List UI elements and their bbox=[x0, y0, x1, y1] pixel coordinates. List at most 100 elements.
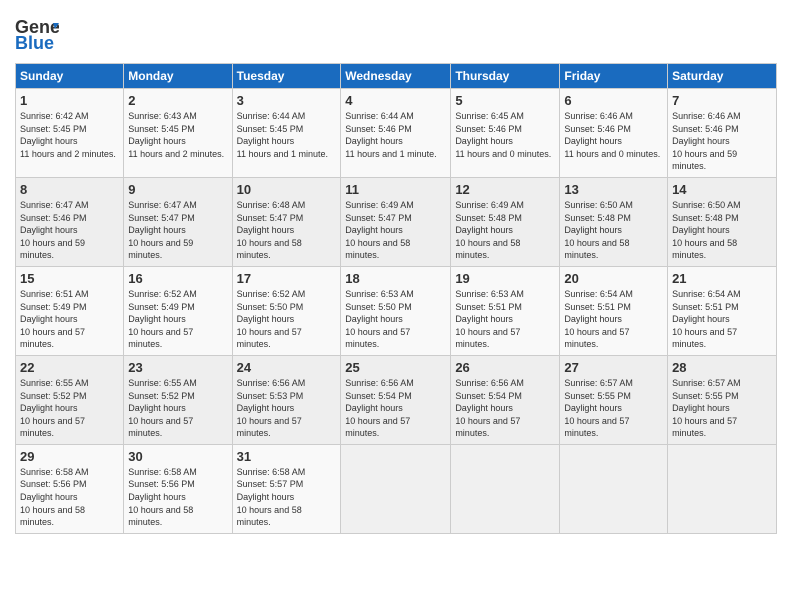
day-detail: Sunrise: 6:56 AM Sunset: 5:54 PM Dayligh… bbox=[345, 377, 446, 440]
calendar-cell: 19 Sunrise: 6:53 AM Sunset: 5:51 PM Dayl… bbox=[451, 266, 560, 355]
calendar-cell: 25 Sunrise: 6:56 AM Sunset: 5:54 PM Dayl… bbox=[341, 355, 451, 444]
day-detail: Sunrise: 6:54 AM Sunset: 5:51 PM Dayligh… bbox=[672, 288, 772, 351]
svg-text:Blue: Blue bbox=[15, 33, 54, 53]
calendar-cell: 14 Sunrise: 6:50 AM Sunset: 5:48 PM Dayl… bbox=[668, 177, 777, 266]
header-day-friday: Friday bbox=[560, 64, 668, 89]
day-number: 31 bbox=[237, 449, 337, 464]
day-number: 12 bbox=[455, 182, 555, 197]
calendar-cell: 15 Sunrise: 6:51 AM Sunset: 5:49 PM Dayl… bbox=[16, 266, 124, 355]
day-detail: Sunrise: 6:58 AM Sunset: 5:57 PM Dayligh… bbox=[237, 466, 337, 529]
day-detail: Sunrise: 6:57 AM Sunset: 5:55 PM Dayligh… bbox=[672, 377, 772, 440]
day-detail: Sunrise: 6:46 AM Sunset: 5:46 PM Dayligh… bbox=[564, 110, 663, 160]
day-number: 21 bbox=[672, 271, 772, 286]
day-detail: Sunrise: 6:55 AM Sunset: 5:52 PM Dayligh… bbox=[20, 377, 119, 440]
day-number: 29 bbox=[20, 449, 119, 464]
day-detail: Sunrise: 6:42 AM Sunset: 5:45 PM Dayligh… bbox=[20, 110, 119, 160]
day-number: 19 bbox=[455, 271, 555, 286]
day-detail: Sunrise: 6:43 AM Sunset: 5:45 PM Dayligh… bbox=[128, 110, 227, 160]
header-day-sunday: Sunday bbox=[16, 64, 124, 89]
calendar-table: SundayMondayTuesdayWednesdayThursdayFrid… bbox=[15, 63, 777, 534]
day-number: 11 bbox=[345, 182, 446, 197]
day-detail: Sunrise: 6:58 AM Sunset: 5:56 PM Dayligh… bbox=[128, 466, 227, 529]
calendar-cell: 7 Sunrise: 6:46 AM Sunset: 5:46 PM Dayli… bbox=[668, 89, 777, 178]
day-detail: Sunrise: 6:49 AM Sunset: 5:48 PM Dayligh… bbox=[455, 199, 555, 262]
header-day-tuesday: Tuesday bbox=[232, 64, 341, 89]
calendar-cell bbox=[560, 444, 668, 533]
day-detail: Sunrise: 6:45 AM Sunset: 5:46 PM Dayligh… bbox=[455, 110, 555, 160]
calendar-cell: 10 Sunrise: 6:48 AM Sunset: 5:47 PM Dayl… bbox=[232, 177, 341, 266]
day-detail: Sunrise: 6:55 AM Sunset: 5:52 PM Dayligh… bbox=[128, 377, 227, 440]
calendar-cell bbox=[341, 444, 451, 533]
day-number: 15 bbox=[20, 271, 119, 286]
day-number: 2 bbox=[128, 93, 227, 108]
day-number: 17 bbox=[237, 271, 337, 286]
calendar-cell: 12 Sunrise: 6:49 AM Sunset: 5:48 PM Dayl… bbox=[451, 177, 560, 266]
page-header: General Blue bbox=[15, 15, 777, 53]
day-number: 6 bbox=[564, 93, 663, 108]
calendar-cell: 3 Sunrise: 6:44 AM Sunset: 5:45 PM Dayli… bbox=[232, 89, 341, 178]
calendar-cell: 16 Sunrise: 6:52 AM Sunset: 5:49 PM Dayl… bbox=[124, 266, 232, 355]
day-detail: Sunrise: 6:54 AM Sunset: 5:51 PM Dayligh… bbox=[564, 288, 663, 351]
day-number: 20 bbox=[564, 271, 663, 286]
calendar-cell: 6 Sunrise: 6:46 AM Sunset: 5:46 PM Dayli… bbox=[560, 89, 668, 178]
calendar-week-4: 22 Sunrise: 6:55 AM Sunset: 5:52 PM Dayl… bbox=[16, 355, 777, 444]
calendar-cell bbox=[451, 444, 560, 533]
day-number: 8 bbox=[20, 182, 119, 197]
day-number: 14 bbox=[672, 182, 772, 197]
calendar-cell: 26 Sunrise: 6:56 AM Sunset: 5:54 PM Dayl… bbox=[451, 355, 560, 444]
day-number: 5 bbox=[455, 93, 555, 108]
logo: General Blue bbox=[15, 15, 59, 53]
calendar-cell: 4 Sunrise: 6:44 AM Sunset: 5:46 PM Dayli… bbox=[341, 89, 451, 178]
day-number: 9 bbox=[128, 182, 227, 197]
calendar-cell: 28 Sunrise: 6:57 AM Sunset: 5:55 PM Dayl… bbox=[668, 355, 777, 444]
calendar-cell: 18 Sunrise: 6:53 AM Sunset: 5:50 PM Dayl… bbox=[341, 266, 451, 355]
day-detail: Sunrise: 6:53 AM Sunset: 5:51 PM Dayligh… bbox=[455, 288, 555, 351]
calendar-cell: 5 Sunrise: 6:45 AM Sunset: 5:46 PM Dayli… bbox=[451, 89, 560, 178]
calendar-week-3: 15 Sunrise: 6:51 AM Sunset: 5:49 PM Dayl… bbox=[16, 266, 777, 355]
calendar-cell: 22 Sunrise: 6:55 AM Sunset: 5:52 PM Dayl… bbox=[16, 355, 124, 444]
calendar-cell: 23 Sunrise: 6:55 AM Sunset: 5:52 PM Dayl… bbox=[124, 355, 232, 444]
day-detail: Sunrise: 6:56 AM Sunset: 5:53 PM Dayligh… bbox=[237, 377, 337, 440]
day-number: 18 bbox=[345, 271, 446, 286]
calendar-cell: 1 Sunrise: 6:42 AM Sunset: 5:45 PM Dayli… bbox=[16, 89, 124, 178]
day-detail: Sunrise: 6:52 AM Sunset: 5:50 PM Dayligh… bbox=[237, 288, 337, 351]
calendar-cell: 27 Sunrise: 6:57 AM Sunset: 5:55 PM Dayl… bbox=[560, 355, 668, 444]
day-detail: Sunrise: 6:44 AM Sunset: 5:45 PM Dayligh… bbox=[237, 110, 337, 160]
calendar-cell: 29 Sunrise: 6:58 AM Sunset: 5:56 PM Dayl… bbox=[16, 444, 124, 533]
day-number: 25 bbox=[345, 360, 446, 375]
day-detail: Sunrise: 6:47 AM Sunset: 5:47 PM Dayligh… bbox=[128, 199, 227, 262]
day-detail: Sunrise: 6:48 AM Sunset: 5:47 PM Dayligh… bbox=[237, 199, 337, 262]
day-detail: Sunrise: 6:49 AM Sunset: 5:47 PM Dayligh… bbox=[345, 199, 446, 262]
calendar-cell: 2 Sunrise: 6:43 AM Sunset: 5:45 PM Dayli… bbox=[124, 89, 232, 178]
day-detail: Sunrise: 6:47 AM Sunset: 5:46 PM Dayligh… bbox=[20, 199, 119, 262]
day-detail: Sunrise: 6:56 AM Sunset: 5:54 PM Dayligh… bbox=[455, 377, 555, 440]
day-detail: Sunrise: 6:46 AM Sunset: 5:46 PM Dayligh… bbox=[672, 110, 772, 173]
header-day-monday: Monday bbox=[124, 64, 232, 89]
day-number: 28 bbox=[672, 360, 772, 375]
calendar-cell: 8 Sunrise: 6:47 AM Sunset: 5:46 PM Dayli… bbox=[16, 177, 124, 266]
calendar-cell: 21 Sunrise: 6:54 AM Sunset: 5:51 PM Dayl… bbox=[668, 266, 777, 355]
day-detail: Sunrise: 6:58 AM Sunset: 5:56 PM Dayligh… bbox=[20, 466, 119, 529]
header-day-thursday: Thursday bbox=[451, 64, 560, 89]
calendar-cell: 31 Sunrise: 6:58 AM Sunset: 5:57 PM Dayl… bbox=[232, 444, 341, 533]
logo-icon: General Blue bbox=[15, 15, 59, 53]
day-detail: Sunrise: 6:50 AM Sunset: 5:48 PM Dayligh… bbox=[564, 199, 663, 262]
calendar-week-5: 29 Sunrise: 6:58 AM Sunset: 5:56 PM Dayl… bbox=[16, 444, 777, 533]
calendar-week-2: 8 Sunrise: 6:47 AM Sunset: 5:46 PM Dayli… bbox=[16, 177, 777, 266]
day-number: 7 bbox=[672, 93, 772, 108]
calendar-cell: 20 Sunrise: 6:54 AM Sunset: 5:51 PM Dayl… bbox=[560, 266, 668, 355]
day-number: 26 bbox=[455, 360, 555, 375]
day-number: 16 bbox=[128, 271, 227, 286]
day-number: 1 bbox=[20, 93, 119, 108]
calendar-cell: 13 Sunrise: 6:50 AM Sunset: 5:48 PM Dayl… bbox=[560, 177, 668, 266]
calendar-header-row: SundayMondayTuesdayWednesdayThursdayFrid… bbox=[16, 64, 777, 89]
day-detail: Sunrise: 6:52 AM Sunset: 5:49 PM Dayligh… bbox=[128, 288, 227, 351]
day-number: 13 bbox=[564, 182, 663, 197]
day-number: 4 bbox=[345, 93, 446, 108]
day-detail: Sunrise: 6:44 AM Sunset: 5:46 PM Dayligh… bbox=[345, 110, 446, 160]
calendar-cell: 17 Sunrise: 6:52 AM Sunset: 5:50 PM Dayl… bbox=[232, 266, 341, 355]
calendar-cell: 9 Sunrise: 6:47 AM Sunset: 5:47 PM Dayli… bbox=[124, 177, 232, 266]
day-number: 23 bbox=[128, 360, 227, 375]
calendar-cell: 24 Sunrise: 6:56 AM Sunset: 5:53 PM Dayl… bbox=[232, 355, 341, 444]
header-day-saturday: Saturday bbox=[668, 64, 777, 89]
